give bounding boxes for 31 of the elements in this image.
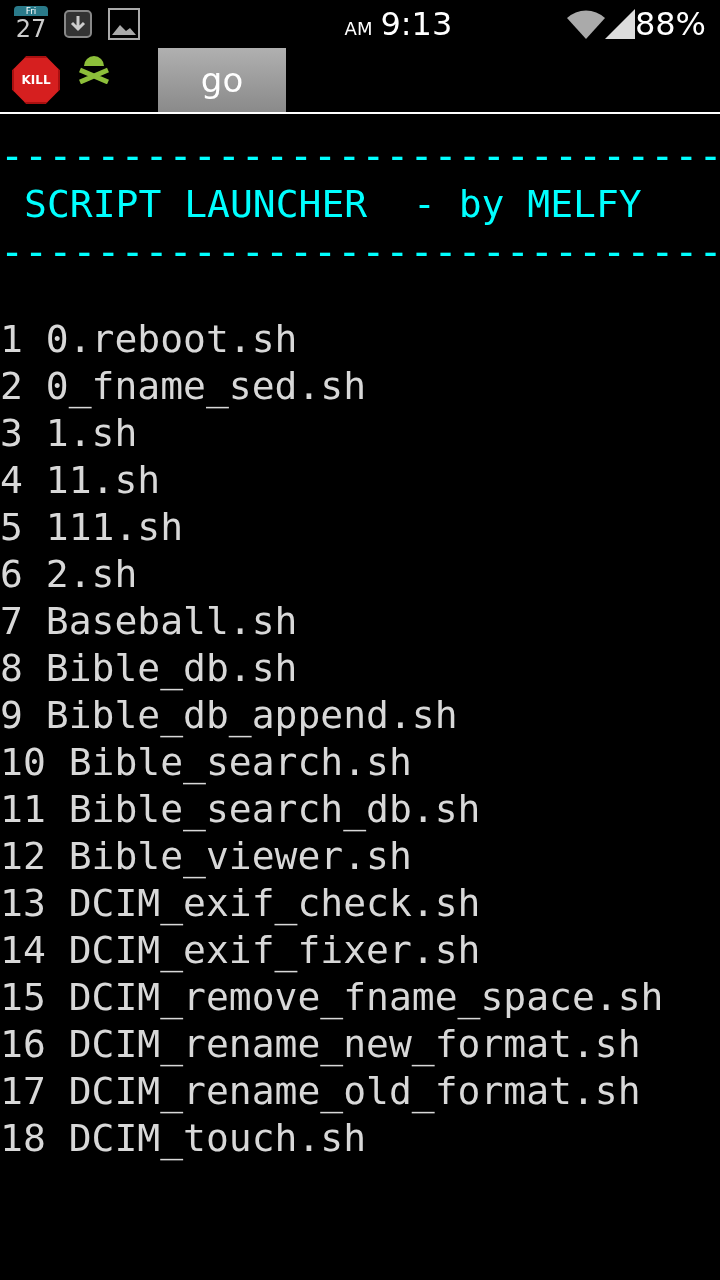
am-pm: AM <box>344 17 373 41</box>
battery-percent: 88% <box>634 6 706 42</box>
image-icon <box>108 8 140 40</box>
script-entry: 15 DCIM_remove_fname_space.sh <box>0 974 665 1021</box>
download-icon <box>64 10 92 38</box>
script-entry: 6 2.sh <box>0 551 139 598</box>
script-entry: 4 11.sh <box>0 457 162 504</box>
script-entry: 11 Bible_search_db.sh <box>0 786 482 833</box>
script-entry: 9 Bible_db_append.sh <box>0 692 459 739</box>
script-entry: 17 DCIM_rename_old_format.sh <box>0 1068 642 1115</box>
script-entry: 10 Bible_search.sh <box>0 739 413 786</box>
clock: 9:13 <box>380 6 453 42</box>
script-entry: 1 0.reboot.sh <box>0 316 299 363</box>
signal-icon <box>604 9 635 39</box>
dashed-rule: ------------------------------ <box>0 132 720 180</box>
go-button[interactable]: go <box>158 48 286 112</box>
script-entry: 14 DCIM_exif_fixer.sh <box>0 927 482 974</box>
script-entry: 5 111.sh <box>0 504 185 551</box>
script-entry: 13 DCIM_exif_check.sh <box>0 880 482 927</box>
script-entry: 18 DCIM_touch.sh <box>0 1115 368 1162</box>
script-entry: 2 0_fname_sed.sh <box>0 363 368 410</box>
script-entry: 16 DCIM_rename_new_format.sh <box>0 1021 642 1068</box>
kill-icon[interactable]: KILL <box>12 56 60 104</box>
calendar-date: 27 <box>15 16 47 42</box>
script-entry: 8 Bible_db.sh <box>0 645 299 692</box>
script-entry: 7 Baseball.sh <box>0 598 299 645</box>
terminal-title: SCRIPT LAUNCHER - by MELFY <box>23 181 643 228</box>
script-entry: 12 Bible_viewer.sh <box>0 833 413 880</box>
script-entry: 3 1.sh <box>0 410 139 457</box>
dashed-rule: ------------------------------ <box>0 228 720 276</box>
calendar-day: Fri <box>14 6 48 16</box>
